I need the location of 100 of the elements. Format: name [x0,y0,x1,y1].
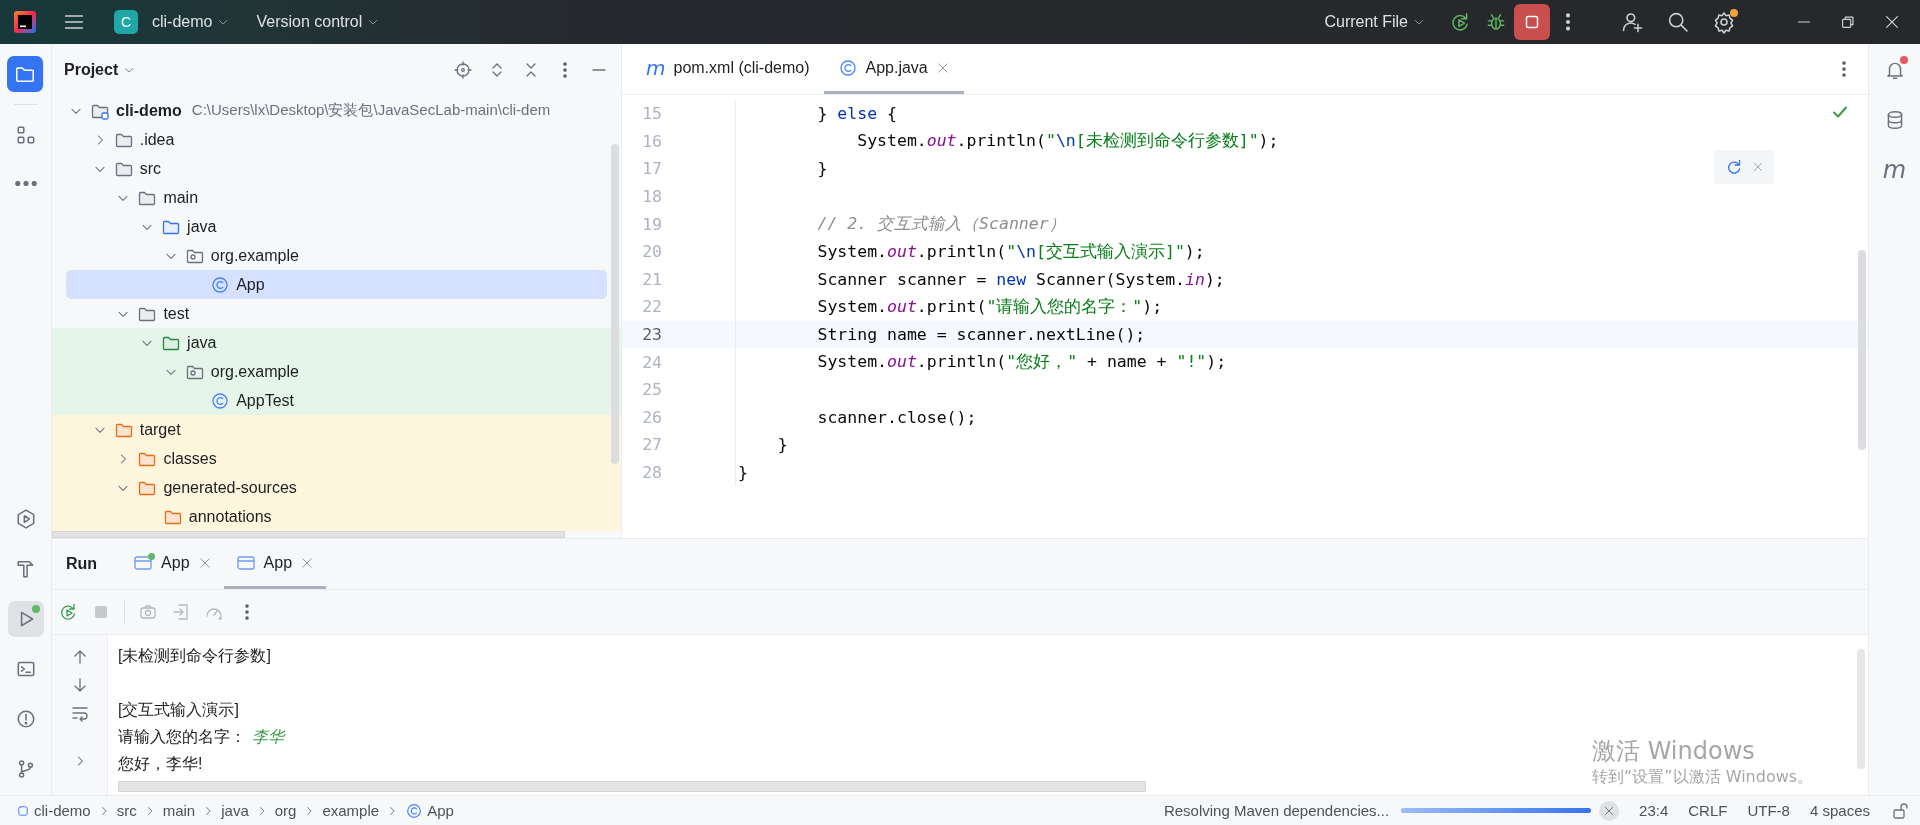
restore-icon[interactable] [1839,13,1857,31]
tree-row[interactable]: target [52,415,621,444]
class-icon [210,274,231,295]
breadcrumb[interactable]: cli-demo [16,802,91,819]
tree-label: java [187,217,217,236]
console-line: [交互式输入演示] [118,700,239,720]
line-number: 25 [641,380,662,400]
tab-label: App [161,553,190,572]
path-text: C:\Users\lx\Desktop\安装包\JavaSecLab-main\cli-dem [191,101,551,120]
tab-label: App [263,553,293,572]
line-number: 15 [641,104,662,124]
close-icon[interactable] [1883,13,1901,31]
tree-row[interactable]: cli-demo C:\Users\lx\Desktop\安装包\JavaSecLab-main\cli-dem [52,96,621,125]
tree-row[interactable]: annotations [52,502,621,531]
tree-row[interactable]: java [52,212,621,241]
cancel-button[interactable] [1599,800,1620,821]
line-separator[interactable]: CRLF [1688,802,1728,819]
tree-row[interactable]: .idea [52,125,621,154]
code-line: } [776,435,788,455]
scrollbar[interactable] [1858,250,1866,450]
project-selector[interactable]: cli-demo [146,9,237,35]
letter-m-icon: m [646,57,666,78]
indent-setting[interactable]: 4 spaces [1809,802,1870,819]
line-number: 22 [641,297,662,317]
tree-row[interactable]: generated-sources [52,473,621,502]
breadcrumb[interactable]: src [116,802,137,819]
line-number: 23 [641,325,662,345]
tree-row[interactable]: src [52,154,621,183]
class-icon [405,801,424,820]
project-badge: C [114,10,138,34]
vcs-menu[interactable]: Version control [250,9,387,35]
console-line: 请输入您的名字： 李华 [118,727,284,747]
tree-row[interactable]: test [52,299,621,328]
tree-label: org.example [210,246,299,265]
tool-window-button[interactable]: m [1876,152,1913,188]
locate-icon[interactable] [453,60,473,80]
scrollbar[interactable] [118,781,1146,792]
tree-row[interactable]: java [52,328,621,357]
tree-label: java [187,333,217,352]
editor-tab[interactable]: App.java [823,44,964,94]
run-tab[interactable]: App [121,539,224,589]
tree-row[interactable]: classes [52,444,621,473]
line-number: 16 [641,131,662,151]
scrollbar[interactable] [52,531,565,538]
line-number: 28 [641,463,662,482]
code-line: } [816,159,828,179]
caret-position[interactable]: 23:4 [1639,802,1669,819]
code-line: scanner.close(); [816,407,977,427]
tree-label: generated-sources [163,478,297,497]
tree-label: test [163,304,190,323]
line-number: 21 [641,269,662,289]
breadcrumb[interactable]: main [162,802,196,819]
line-number: 20 [641,242,662,262]
lock-icon[interactable] [1890,800,1910,821]
code-line: System.out.println("\n[未检测到命令行参数]"); [856,130,1279,153]
line-number: 17 [641,159,662,179]
more-icon [14,180,37,186]
search-icon[interactable] [1666,10,1690,34]
tree-label: target [139,420,181,439]
close-icon [1603,804,1616,817]
tree-row[interactable]: org.example [52,357,621,386]
rerun-icon[interactable] [58,602,78,622]
tree-row[interactable]: org.example [52,241,621,270]
add-user-icon[interactable] [1620,10,1644,34]
editor-tab[interactable]: m pom.xml (cli-demo) [632,44,824,94]
tree-row[interactable]: App [66,270,607,299]
settings-icon[interactable] [1712,10,1736,34]
breadcrumb[interactable]: App [405,801,454,820]
running-dot [148,552,156,560]
tree-label: .idea [139,130,175,149]
rerun-icon[interactable] [1449,11,1471,33]
bug-icon[interactable] [1485,11,1507,33]
code-line: // 2. 交互式输入（Scanner） [816,213,1066,236]
tree-label: annotations [188,507,272,526]
breadcrumb[interactable]: org [274,802,297,819]
tree-label: org.example [210,362,299,381]
panel-title[interactable]: Project [64,61,137,79]
scrollbar[interactable] [611,144,619,464]
scrollbar[interactable] [1857,649,1865,769]
console-line: 您好，李华! [118,754,203,774]
tree-row[interactable]: main [52,183,621,212]
run-config-selector[interactable]: Current File [1318,9,1432,35]
app-logo-icon[interactable] [14,11,36,33]
line-number: 19 [641,214,662,234]
tree-label: App [236,275,265,294]
tree-row[interactable]: AppTest [52,386,621,415]
tree-label: classes [163,449,217,468]
file-encoding[interactable]: UTF-8 [1747,802,1790,819]
breadcrumb[interactable]: java [221,802,249,819]
code-line: } [738,463,748,482]
task-text[interactable]: Resolving Maven dependencies... [1163,802,1390,819]
stop-button[interactable] [1514,4,1550,40]
panel-title: Run [66,554,98,574]
breadcrumb[interactable]: example [322,802,380,819]
tool-window-button[interactable] [7,601,44,637]
tree-label: main [163,188,199,207]
code-line: Scanner scanner = new Scanner(System.in); [816,269,1225,289]
activation-title: 激活 Windows [1592,736,1756,767]
tree-label: cli-demo [116,101,182,120]
tool-window-button[interactable] [7,56,44,92]
